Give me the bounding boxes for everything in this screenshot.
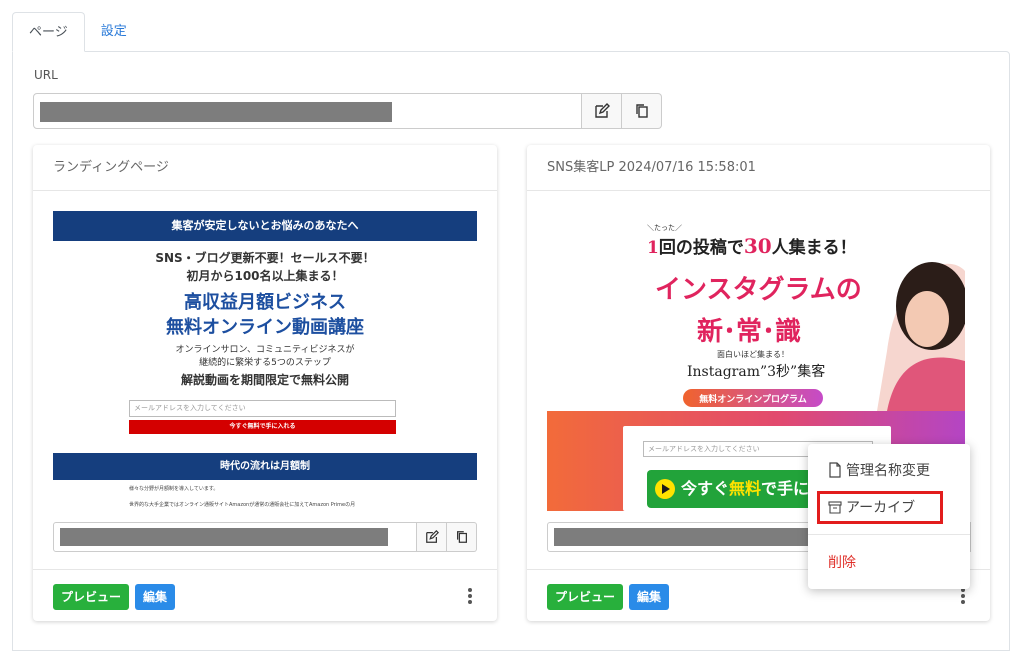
thumb-sub: Instagram”3秒”集客	[687, 364, 826, 380]
card-title: SNS集客LP 2024/07/16 15:58:01	[527, 145, 990, 191]
page-thumbnail[interactable]: 集客が安定しないとお悩みのあなたへ SNS・ブログ更新不要！セールス不要！ 初月…	[53, 211, 477, 515]
page-card: ランディングページ 集客が安定しないとお悩みのあなたへ SNS・ブログ更新不要！…	[33, 145, 497, 621]
menu-item-label: 管理名称変更	[846, 463, 930, 479]
edit-icon	[425, 530, 439, 543]
thumb-sub-bold: 解説動画を期間限定で無料公開	[180, 373, 349, 387]
menu-item-label: 削除	[828, 555, 856, 571]
context-menu: 管理名称変更 アーカイブ 削除	[808, 444, 970, 589]
menu-item-archive[interactable]: アーカイブ	[828, 497, 915, 517]
thumb-small-text: 世界的な大手企業ではオンライン通販サイトAmazonが通常の通販会社に加えてAm…	[129, 502, 356, 508]
edit-button[interactable]: 編集	[629, 584, 670, 610]
card-url-input[interactable]	[53, 522, 417, 552]
url-input[interactable]	[33, 93, 582, 129]
preview-button[interactable]: プレビュー	[547, 584, 624, 610]
preview-button[interactable]: プレビュー	[53, 584, 130, 610]
edit-button[interactable]: 編集	[135, 584, 176, 610]
thumb-big-text: インスタグラムの	[655, 275, 862, 305]
thumb-line: SNS・ブログ更新不要！セールス不要！	[155, 251, 375, 265]
menu-item-rename[interactable]: 管理名称変更	[828, 460, 930, 480]
thumb-sub: 継続的に繁栄する5つのステップ	[199, 358, 331, 368]
thumb-email-field: メールアドレスを入力してください	[129, 400, 396, 417]
file-icon	[829, 462, 841, 478]
tab-bar: ページ 設定	[12, 12, 143, 52]
card-url-group	[53, 522, 477, 552]
menu-item-delete[interactable]: 削除	[828, 552, 856, 572]
redacted-url	[60, 528, 388, 546]
thumb-cta-text: 今すぐ	[681, 479, 730, 498]
thumb-headline-text: 回の投稿で	[658, 238, 744, 258]
tab-pages[interactable]: ページ	[12, 12, 85, 52]
menu-item-label: アーカイブ	[846, 500, 916, 516]
edit-icon	[594, 103, 610, 118]
thumb-banner: 集客が安定しないとお悩みのあなたへ	[53, 211, 477, 241]
play-triangle	[662, 484, 670, 494]
thumb-pill: 無料オンラインプログラム	[699, 395, 807, 405]
edit-url-button[interactable]	[417, 522, 447, 552]
copy-url-button[interactable]	[447, 522, 477, 552]
thumb-headline: 無料オンライン動画講座	[166, 317, 364, 338]
thumb-tag: ＼たった／	[647, 224, 682, 232]
copy-icon	[456, 531, 467, 543]
url-label: URL	[34, 68, 58, 82]
thumb-headline-text: 人集まる！	[771, 238, 857, 258]
tab-settings[interactable]: 設定	[85, 12, 143, 52]
thumb-headline: 1回の投稿で30人集まる！	[647, 233, 857, 258]
menu-divider	[808, 534, 970, 535]
redacted-url	[40, 102, 392, 122]
thumb-sub: 面白いほど集まる！	[717, 350, 789, 359]
thumb-banner: 時代の流れは月額制	[53, 453, 477, 480]
thumb-headline-number: 1	[647, 238, 659, 258]
thumb-headline: 高収益月額ビジネス	[184, 292, 346, 313]
url-field-group	[33, 93, 662, 129]
card-title: ランディングページ	[33, 145, 497, 191]
thumb-cta: 今すぐ無料で手に入れる	[129, 420, 396, 434]
thumb-big-text: 新･常･識	[697, 317, 802, 347]
more-options-icon[interactable]	[956, 586, 970, 606]
thumb-sub: オンラインサロン、コミュニティビジネスが	[175, 345, 355, 355]
thumb-headline-number: 30	[743, 234, 772, 258]
archive-icon	[828, 501, 842, 514]
thumb-cta-text: 無料	[729, 479, 762, 498]
copy-url-button[interactable]	[622, 93, 662, 129]
thumb-small-text: 様々な分野が月額制を導入しています。	[129, 486, 219, 492]
edit-url-button[interactable]	[582, 93, 622, 129]
thumb-line: 初月から100名以上集まる！	[186, 269, 344, 283]
more-options-icon[interactable]	[463, 586, 477, 606]
copy-icon	[635, 104, 648, 118]
card-footer: プレビュー 編集	[33, 569, 497, 621]
